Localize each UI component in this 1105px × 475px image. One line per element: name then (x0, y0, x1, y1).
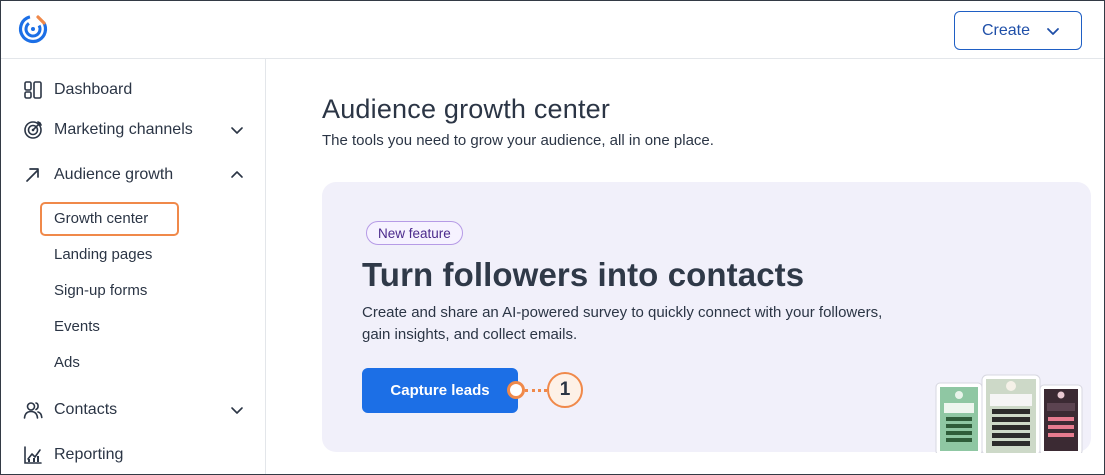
sidebar-item-dashboard[interactable]: Dashboard (1, 73, 265, 107)
target-icon (24, 121, 42, 139)
logo-icon[interactable] (17, 13, 49, 45)
chevron-down-icon (231, 127, 243, 134)
sidebar-item-marketing-channels[interactable]: Marketing channels (1, 113, 265, 147)
create-button[interactable]: Create (954, 11, 1082, 50)
page-subtitle: The tools you need to grow your audience… (322, 132, 714, 149)
sidebar-item-label: Reporting (54, 446, 124, 463)
callout-connector (525, 389, 547, 392)
app-window: Create Dashboard Marketing channels Audi… (0, 0, 1105, 475)
sidebar-item-label: Marketing channels (54, 121, 193, 138)
page-title: Audience growth center (322, 94, 611, 124)
sidebar-subitem-events[interactable]: Events (54, 314, 100, 338)
sidebar-item-label: Contacts (54, 401, 118, 418)
sidebar-item-contacts[interactable]: Contacts (1, 393, 265, 427)
sidebar-subitem-growth-center[interactable]: Growth center (54, 206, 148, 230)
chevron-down-icon (231, 407, 243, 414)
sidebar: Dashboard Marketing channels Audience gr… (1, 59, 266, 474)
dashboard-icon (24, 81, 42, 99)
callout-marker-dot (507, 381, 525, 399)
phone-mockups-illustration (935, 374, 1083, 453)
sidebar-subitem-ads[interactable]: Ads (54, 350, 80, 374)
sidebar-item-label: Dashboard (54, 81, 133, 98)
arrow-up-right-icon (26, 168, 39, 182)
create-button-label: Create (982, 21, 1031, 39)
sidebar-item-label: Audience growth (54, 166, 174, 183)
contacts-icon (23, 402, 43, 419)
card-description: Create and share an AI-powered survey to… (362, 304, 883, 343)
callout-number-badge: 1 (547, 372, 583, 408)
new-feature-badge: New feature (366, 221, 463, 245)
capture-leads-button[interactable]: Capture leads (362, 368, 518, 413)
sidebar-subitem-sign-up-forms[interactable]: Sign-up forms (54, 278, 147, 302)
top-bar: Create (1, 1, 1104, 59)
chevron-up-icon (231, 171, 243, 178)
chevron-down-icon (1047, 27, 1059, 35)
reporting-icon (24, 446, 42, 464)
sidebar-item-audience-growth[interactable]: Audience growth (1, 158, 265, 192)
card-title: Turn followers into contacts (362, 256, 805, 293)
sidebar-subitem-landing-pages[interactable]: Landing pages (54, 242, 152, 266)
sidebar-item-reporting[interactable]: Reporting (1, 438, 265, 472)
